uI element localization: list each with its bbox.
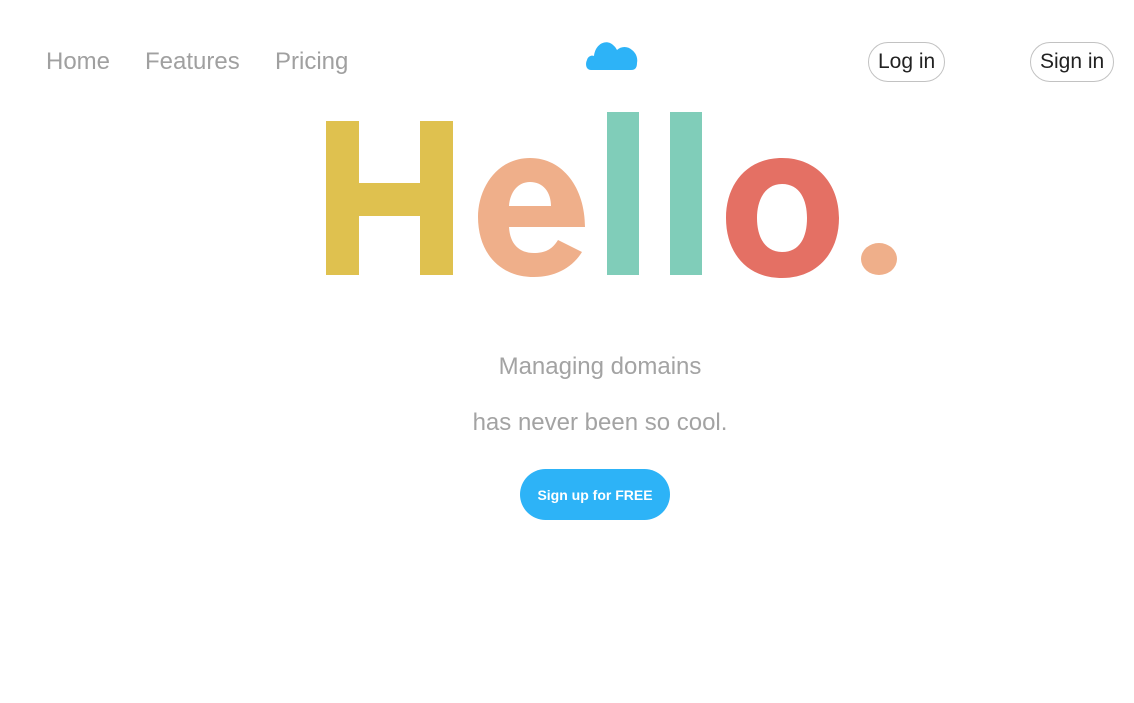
signin-button[interactable]: Sign in: [1030, 42, 1115, 82]
nav-home-link[interactable]: Home: [46, 48, 110, 76]
hero-period: [861, 243, 897, 275]
cloud-icon[interactable]: [585, 38, 639, 72]
hero-hello-wordmark: [326, 112, 897, 278]
tagline-line-2: has never been so cool.: [472, 409, 728, 436]
tagline-line-1: Managing domains: [498, 353, 702, 380]
hero-letter-o: [726, 158, 839, 278]
signup-free-button[interactable]: Sign up for FREE: [520, 469, 670, 520]
hero-letter-l-1: [607, 112, 639, 275]
nav-features-link[interactable]: Features: [145, 48, 240, 76]
login-button[interactable]: Log in: [868, 42, 946, 82]
hero-letter-l-2: [670, 112, 702, 275]
nav-pricing-link[interactable]: Pricing: [275, 48, 348, 76]
hero-letter-h: [326, 121, 453, 275]
hero-letter-e: [478, 158, 585, 277]
landing-page: Home Features Pricing Log in Sign in Man…: [0, 0, 1134, 703]
